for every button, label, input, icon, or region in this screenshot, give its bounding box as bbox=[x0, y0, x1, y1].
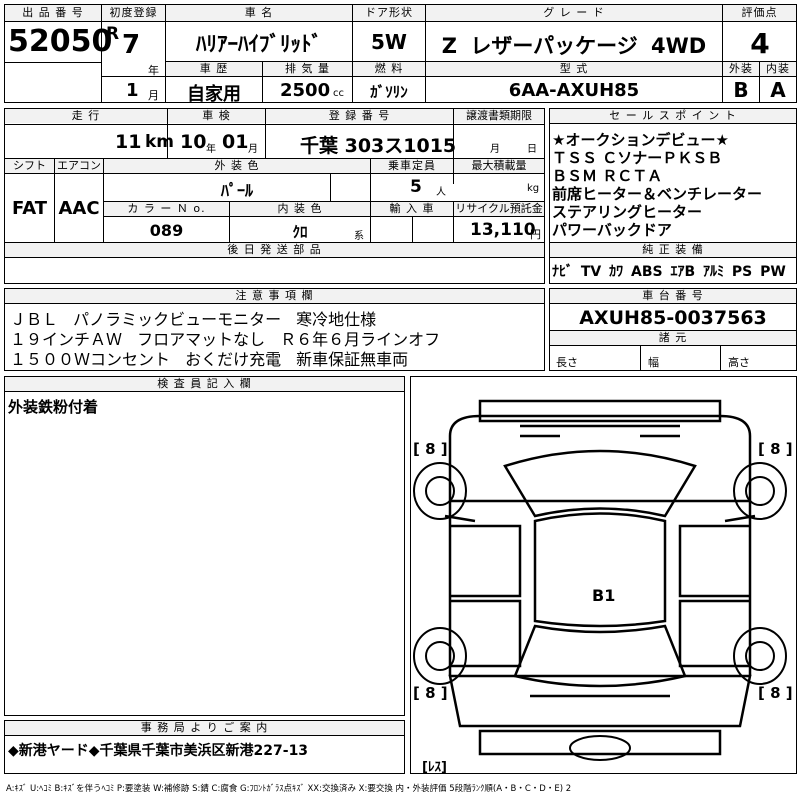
recycle-unit: 円 bbox=[530, 228, 541, 241]
damage-mark-b1: B1 bbox=[592, 586, 616, 605]
genuine-equipment: ﾅﾋﾞ TV ｶﾜ ABS ｴｱB ｱﾙﾐ PS PW bbox=[552, 264, 786, 280]
first-reg-month: 1 bbox=[126, 80, 139, 101]
lot-no: 52050 bbox=[8, 24, 113, 59]
dim-length-label: 長さ bbox=[556, 356, 578, 369]
model: 6AA-AXUH85 bbox=[508, 80, 640, 101]
mileage-unit: km bbox=[145, 132, 175, 152]
max-load-header: 最大積載量 bbox=[454, 159, 544, 173]
tire-front-right: [ 8 ] bbox=[758, 440, 793, 458]
max-load-unit: kg bbox=[527, 183, 540, 194]
displacement: 2500 bbox=[280, 80, 331, 101]
interior-grade-header: 内装 bbox=[760, 62, 796, 76]
office-notice-header: 事 務 局 よ り ご 案 内 bbox=[5, 721, 404, 736]
dim-width-label: 幅 bbox=[648, 356, 659, 369]
inspection-month: 01 bbox=[222, 131, 249, 153]
first-reg-header: 初度登録 bbox=[102, 5, 165, 22]
model-header: 型 式 bbox=[426, 62, 722, 76]
tire-rear-left: [ 8 ] bbox=[413, 684, 448, 702]
reg-no-header: 登 録 番 号 bbox=[266, 109, 453, 123]
mileage: 11 bbox=[115, 131, 142, 153]
exterior-grade: B bbox=[733, 78, 749, 102]
transfer-deadline-header: 譲渡書類期限 bbox=[454, 109, 544, 123]
first-reg-month-unit: 月 bbox=[148, 89, 159, 102]
office-notice: ◆新港ヤード◆千葉県千葉市美浜区新港227-13 bbox=[8, 743, 309, 759]
history-header: 車 歴 bbox=[166, 62, 262, 76]
interior-grade: A bbox=[770, 78, 786, 102]
inspector-header: 検 査 員 記 入 欄 bbox=[5, 377, 404, 392]
car-outline-diagram bbox=[413, 399, 787, 761]
recycle-header: リサイクル預託金 bbox=[454, 202, 544, 216]
shift: FAT bbox=[11, 198, 48, 219]
score: 4 bbox=[750, 27, 770, 60]
int-color-header: 内 装 色 bbox=[230, 202, 370, 216]
exterior-grade-header: 外装 bbox=[723, 62, 759, 76]
shift-header: シフト bbox=[5, 159, 54, 173]
sales-points-header: セ ー ル ス ポ イ ン ト bbox=[550, 109, 796, 124]
displacement-header: 排 気 量 bbox=[263, 62, 352, 76]
genuine-equipment-header: 純 正 装 備 bbox=[550, 243, 796, 258]
lot-no-header: 出 品 番 号 bbox=[5, 5, 102, 22]
mileage-header: 走 行 bbox=[5, 109, 167, 123]
inspection-header: 車 検 bbox=[168, 109, 265, 123]
aircon-header: エアコン bbox=[55, 159, 103, 173]
inspector-block bbox=[4, 376, 405, 716]
legend: A:ｷｽﾞ U:ﾍｺﾐ B:ｷｽﾞを伴うﾍｺﾐ P:要塗装 W:補修跡 S:錆 … bbox=[6, 784, 572, 794]
fuel-header: 燃 料 bbox=[353, 62, 425, 76]
capacity: 5 bbox=[410, 177, 422, 197]
capacity-unit: 人 bbox=[436, 187, 446, 198]
door-header: ドア形状 bbox=[353, 5, 425, 22]
spare-tire: [ﾚｽ] bbox=[422, 760, 447, 775]
grade: Z レザーパッケージ 4WD bbox=[441, 34, 707, 58]
inspection-month-unit: 月 bbox=[248, 144, 258, 155]
first-reg-era: R bbox=[106, 24, 120, 44]
later-parts-header: 後 日 発 送 部 品 bbox=[5, 243, 544, 257]
car-name: ﾊﾘｱｰﾊｲﾌﾞﾘｯﾄﾞ bbox=[196, 32, 322, 56]
notes-header: 注 意 事 項 欄 bbox=[5, 289, 544, 304]
displacement-unit: cc bbox=[333, 88, 344, 99]
chassis-number: AXUH85-0037563 bbox=[579, 307, 767, 329]
registration-number: 千葉 303ス1015 bbox=[300, 135, 457, 157]
int-color: ｸﾛ bbox=[292, 223, 308, 241]
color-no-header: カ ラ ー Ｎ ο. bbox=[104, 202, 229, 216]
color-no: 089 bbox=[149, 221, 184, 240]
fuel: ｶﾞｿﾘﾝ bbox=[370, 83, 408, 101]
history: 自家用 bbox=[187, 84, 241, 105]
dim-height-label: 高さ bbox=[728, 356, 750, 369]
dimensions-header: 諸 元 bbox=[550, 331, 796, 346]
transfer-month-unit: 月 bbox=[490, 144, 500, 155]
inspection-year: 10 bbox=[180, 131, 207, 153]
inspector-comment: 外装鉄粉付着 bbox=[8, 398, 99, 416]
int-color-unit: 系 bbox=[354, 231, 364, 242]
note-line: １５００Ｗコンセント おくだけ充電 新車保証無車両 bbox=[10, 350, 409, 369]
tire-front-left: [ 8 ] bbox=[413, 440, 448, 458]
recycle-fee: 13,110 bbox=[470, 220, 536, 240]
sales-point-item: パワーバックドア bbox=[552, 221, 672, 239]
import-header: 輸 入 車 bbox=[371, 202, 453, 216]
transfer-day-unit: 日 bbox=[527, 144, 537, 155]
grade-header: グ レ ー ド bbox=[426, 5, 722, 22]
score-header: 評価点 bbox=[723, 5, 796, 22]
aircon: AAC bbox=[58, 198, 100, 219]
tire-rear-right: [ 8 ] bbox=[758, 684, 793, 702]
chassis-header: 車 台 番 号 bbox=[550, 289, 796, 304]
inspection-year-unit: 年 bbox=[206, 144, 216, 155]
first-reg-year: 7 bbox=[122, 30, 141, 60]
car-name-header: 車 名 bbox=[166, 5, 352, 22]
capacity-header: 乗車定員 bbox=[371, 159, 453, 173]
door-type: 5W bbox=[371, 30, 407, 54]
ext-color-header: 外 装 色 bbox=[104, 159, 370, 173]
